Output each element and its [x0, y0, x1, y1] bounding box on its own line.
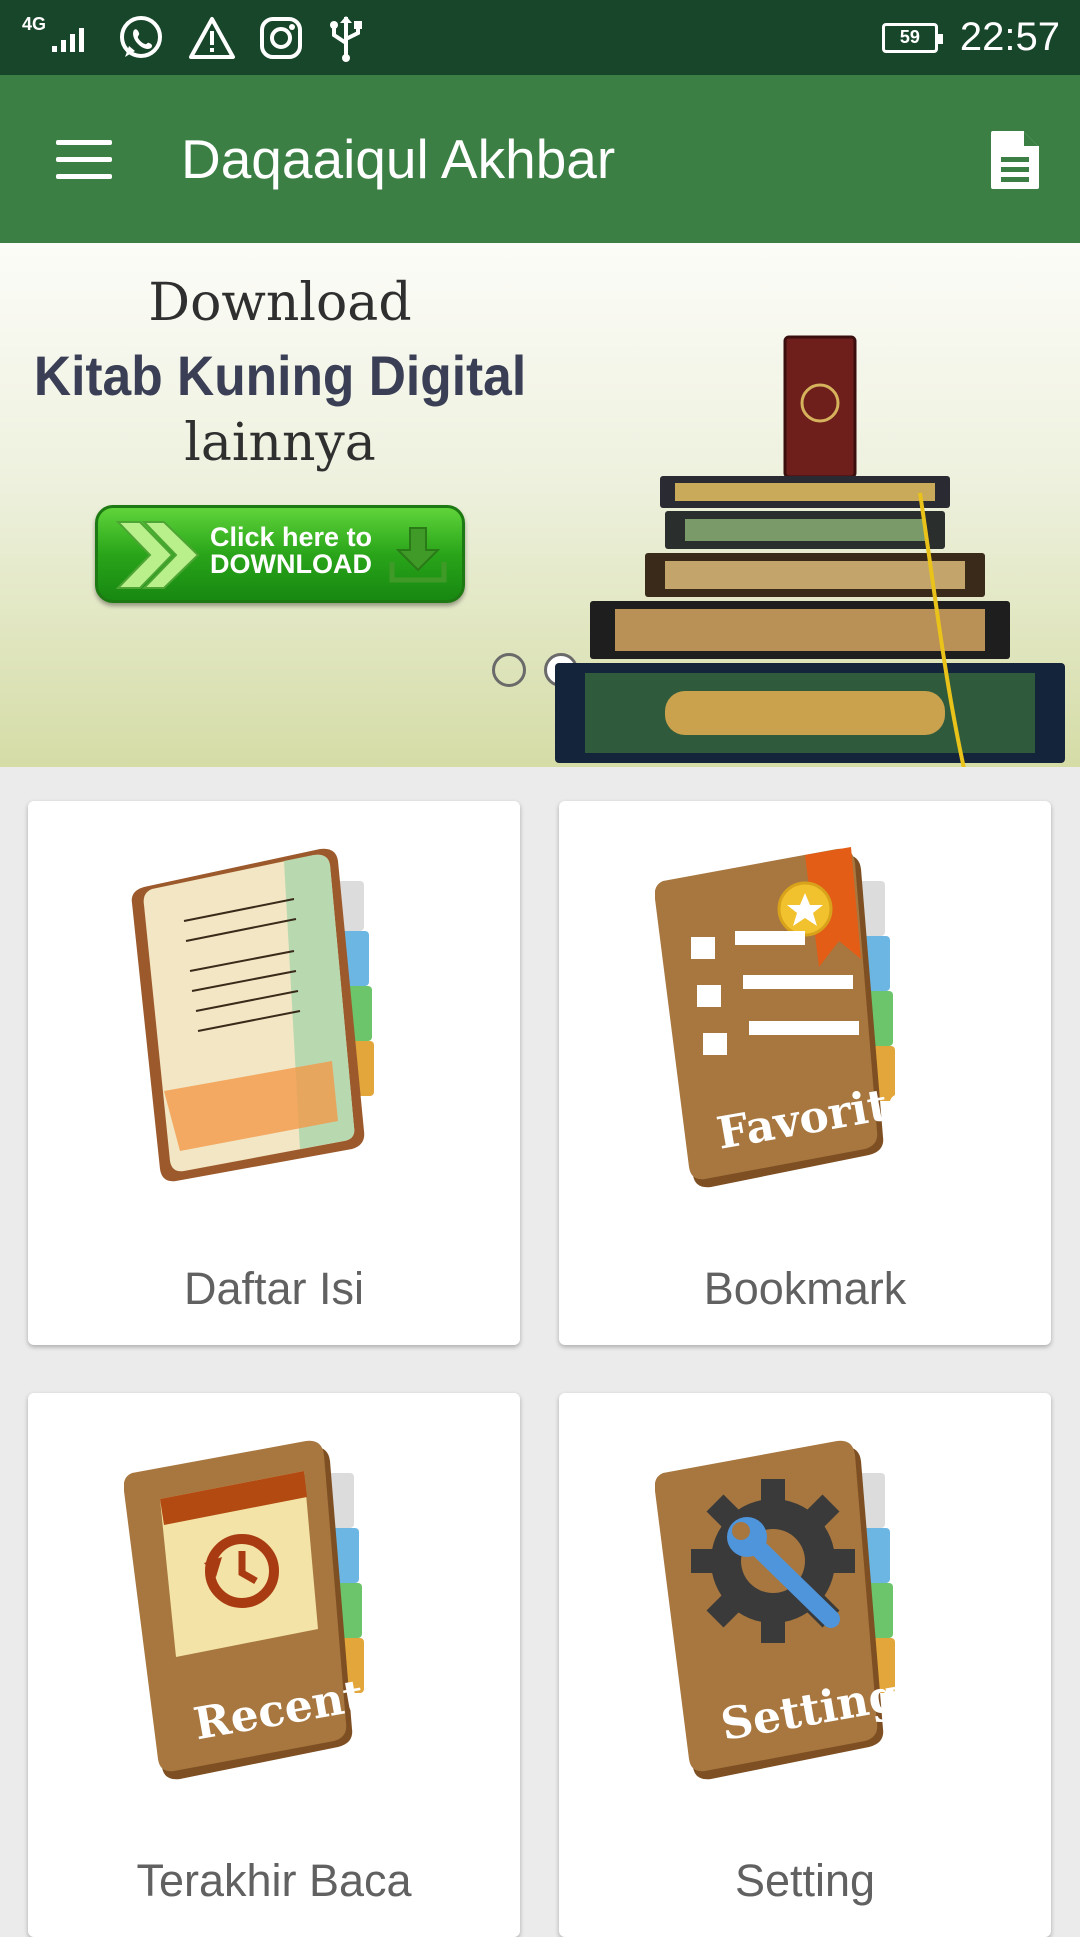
- hamburger-menu-icon[interactable]: [36, 119, 126, 199]
- menu-card-bookmark[interactable]: Favorite Bookmark: [559, 801, 1051, 1345]
- menu-card-daftar-isi[interactable]: Daftar Isi: [28, 801, 520, 1345]
- books-stack-image: [555, 335, 1065, 767]
- instagram-icon: [258, 13, 304, 63]
- banner-title: Kitab Kuning Digital: [33, 344, 527, 407]
- banner-subtitle: lainnya: [184, 413, 376, 473]
- app-title: Daqaaiqul Akhbar: [181, 128, 616, 190]
- warning-icon: [188, 13, 236, 63]
- clock: 22:57: [959, 15, 1060, 59]
- status-bar: 4G 59 22:57: [0, 0, 1080, 75]
- menu-card-label: Daftar Isi: [183, 1263, 365, 1314]
- menu-card-terakhir-baca[interactable]: Recent Terakhir Baca: [28, 1393, 520, 1937]
- menu-card-label: Terakhir Baca: [136, 1855, 412, 1906]
- app-bar: Daqaaiqul Akhbar: [0, 75, 1080, 243]
- carousel-dot[interactable]: [492, 653, 526, 687]
- banner-heading: Download: [148, 273, 412, 333]
- chevron-right-icon: [115, 521, 200, 589]
- recent-history-icon: Recent: [124, 1440, 369, 1780]
- download-button-label: Click here to DOWNLOAD: [210, 522, 373, 579]
- battery-level: 59: [899, 27, 920, 47]
- document-icon[interactable]: [980, 125, 1050, 195]
- whatsapp-icon: [116, 13, 166, 63]
- book-contents-icon: [131, 848, 374, 1182]
- network-type: 4G: [22, 13, 47, 34]
- usb-icon: [326, 13, 366, 63]
- battery-icon: 59: [881, 22, 943, 53]
- download-button[interactable]: Click here to DOWNLOAD: [95, 505, 465, 603]
- menu-card-label: Bookmark: [703, 1263, 907, 1314]
- status-bar-right: 59 22:57: [881, 15, 1060, 60]
- promo-banner[interactable]: Download Kitab Kuning Digital lainnya Cl…: [0, 243, 1080, 767]
- signal-icon: 4G: [22, 13, 94, 60]
- settings-gear-icon: Setting: [655, 1440, 903, 1780]
- menu-card-setting[interactable]: Setting Setting: [559, 1393, 1051, 1937]
- bookmark-favorite-icon: Favorite: [655, 847, 919, 1188]
- menu-card-label: Setting: [734, 1855, 876, 1906]
- status-bar-left: 4G: [22, 13, 366, 63]
- download-icon: [389, 527, 447, 583]
